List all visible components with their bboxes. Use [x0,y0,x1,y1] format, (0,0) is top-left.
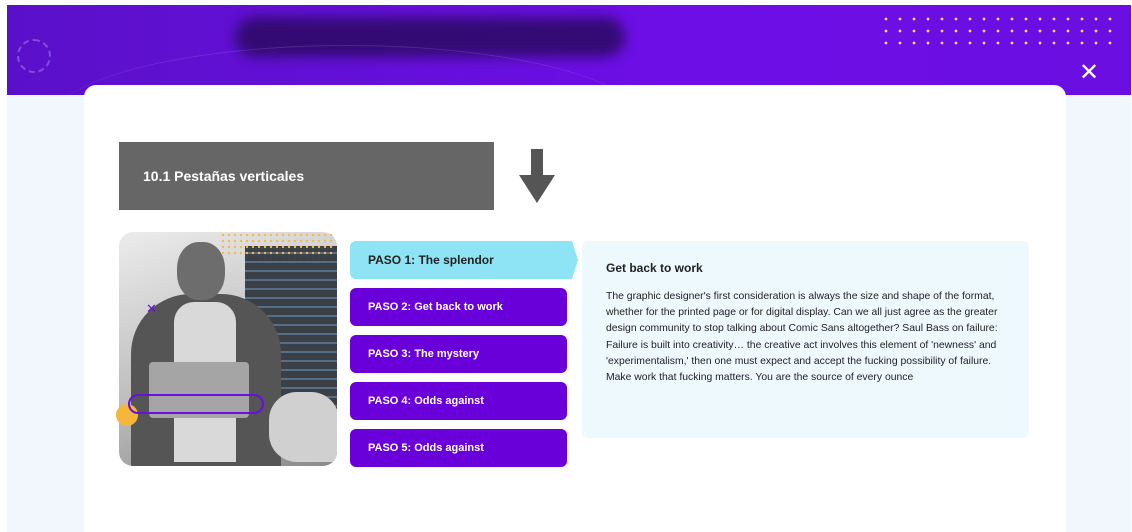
hand-image [269,392,337,462]
illustration-photo [119,232,337,466]
close-button[interactable]: ✕ [1075,58,1103,86]
tab-paso-4[interactable]: PASO 4: Odds against [350,382,567,420]
tab-label: PASO 1: The splendor [368,253,494,267]
tab-label: PASO 3: The mystery [368,348,480,360]
gear-icon [17,39,51,73]
tab-paso-2[interactable]: PASO 2: Get back to work [350,288,567,326]
cross-icon: ✕ [146,302,157,317]
tab-paso-5[interactable]: PASO 5: Odds against [350,429,567,467]
tab-label: PASO 4: Odds against [368,395,484,407]
arrow-down-icon [519,149,555,203]
section-title-text: 10.1 Pestañas verticales [143,168,305,184]
content-body: The graphic designer's first considerati… [606,291,998,384]
tab-paso-3[interactable]: PASO 3: The mystery [350,335,567,373]
purple-ring-decoration [128,394,264,414]
tab-label: PASO 2: Get back to work [368,301,503,313]
tab-label: PASO 5: Odds against [368,442,484,454]
tab-paso-1[interactable]: PASO 1: The splendor [350,241,578,279]
section-title: 10.1 Pestañas verticales [119,142,494,210]
content-title: Get back to work [606,261,703,275]
dot-pattern-decoration [879,13,1119,53]
dot-pattern-decoration [220,232,335,258]
person-head [177,242,225,300]
tab-content-panel: Get back to work The graphic designer's … [582,241,1029,438]
header-banner [7,5,1131,95]
